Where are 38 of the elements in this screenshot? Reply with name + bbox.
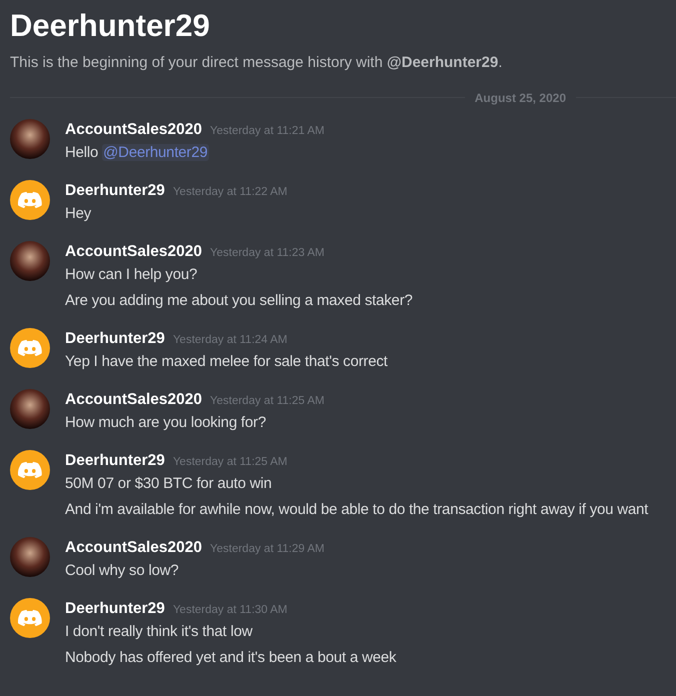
message-text: How much are you looking for?: [65, 414, 266, 430]
timestamp: Yesterday at 11:24 AM: [172, 332, 288, 348]
username[interactable]: Deerhunter29: [65, 598, 165, 620]
message-text: Are you adding me about you selling a maxed staker?: [65, 292, 413, 308]
avatar-photo-placeholder: [10, 118, 50, 158]
timestamp: Yesterday at 11:30 AM: [172, 602, 288, 618]
username[interactable]: AccountSales2020: [65, 388, 202, 410]
avatar-photo-placeholder: [10, 536, 50, 576]
game-controller-icon: [18, 338, 42, 356]
intro-text: This is the beginning of your direct message history with @Deerhunter29.: [10, 53, 504, 73]
message-text: I don't really think it's that low: [65, 622, 252, 640]
message-text: Yep I have the maxed melee for sale that's correct: [65, 352, 388, 370]
message-text: How can I help you?: [65, 266, 198, 282]
date-divider: August 25, 2020: [474, 90, 567, 106]
timestamp: Yesterday at 11:21 AM: [210, 124, 324, 138]
avatar-photo-placeholder: [10, 240, 50, 280]
username[interactable]: Deerhunter29: [65, 450, 165, 472]
username[interactable]: Deerhunter29: [65, 328, 165, 350]
timestamp: Yesterday at 11:23 AM: [210, 246, 324, 260]
message-text: And i'm available for awhile now, would be able to do the transaction right away if you want: [65, 500, 648, 518]
game-controller-icon: [18, 608, 42, 626]
channel-title: Deerhunter29: [10, 7, 211, 45]
avatar-photo-placeholder: [10, 388, 50, 428]
username[interactable]: AccountSales2020: [65, 118, 202, 140]
timestamp: Yesterday at 11:25 AM: [210, 394, 324, 408]
message-text: Nobody has offered yet and it's been a bout a week: [65, 648, 396, 666]
timestamp: Yesterday at 11:22 AM: [172, 184, 288, 200]
message-text: Hey: [65, 204, 92, 222]
timestamp: Yesterday at 11:29 AM: [210, 542, 324, 556]
game-controller-icon: [18, 460, 42, 478]
timestamp: Yesterday at 11:25 AM: [172, 454, 288, 470]
game-controller-icon: [18, 190, 42, 208]
username[interactable]: Deerhunter29: [65, 180, 165, 202]
username[interactable]: AccountSales2020: [65, 536, 202, 558]
message-text: Cool why so low?: [65, 562, 179, 578]
message-text: 50M 07 or $30 BTC for auto win: [65, 474, 272, 492]
message-text: Hello: [65, 144, 98, 160]
username[interactable]: AccountSales2020: [65, 240, 202, 262]
